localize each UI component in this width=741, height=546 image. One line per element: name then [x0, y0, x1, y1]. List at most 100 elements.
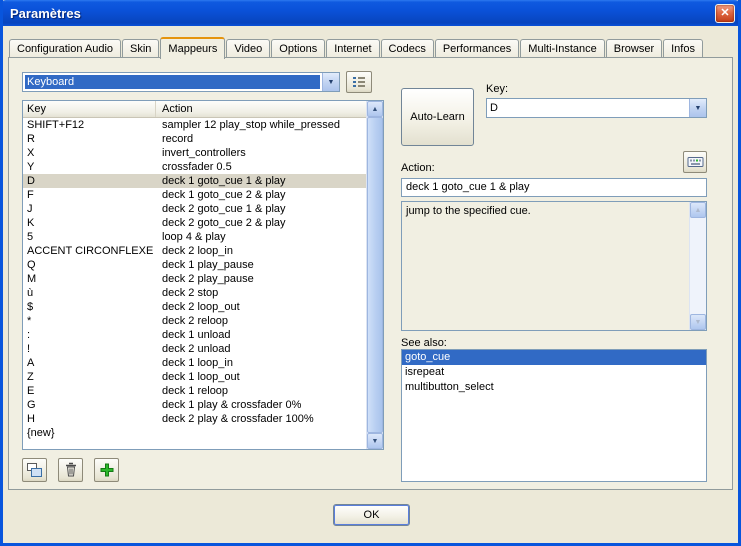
- settings-window: Paramètres ✕ Configuration AudioSkinMapp…: [0, 0, 741, 546]
- key-select[interactable]: D ▼: [486, 98, 707, 118]
- see-also-list[interactable]: goto_cueisrepeatmultibutton_select: [401, 349, 707, 482]
- row-action: deck 2 goto_cue 1 & play: [156, 202, 366, 216]
- table-row[interactable]: ùdeck 2 stop: [23, 286, 366, 300]
- row-action: deck 1 goto_cue 1 & play: [156, 174, 366, 188]
- table-row[interactable]: Xinvert_controllers: [23, 146, 366, 160]
- action-description-text: jump to the specified cue.: [406, 205, 686, 217]
- row-action: crossfader 0.5: [156, 160, 366, 174]
- tab-performances[interactable]: Performances: [435, 39, 519, 58]
- table-row[interactable]: Rrecord: [23, 132, 366, 146]
- key-label: Key:: [486, 83, 508, 95]
- list-scrollbar[interactable]: ▲ ▼: [366, 101, 383, 449]
- row-key: !: [23, 342, 156, 356]
- list-item[interactable]: isrepeat: [402, 365, 706, 380]
- close-button[interactable]: ✕: [715, 4, 735, 23]
- row-key: Y: [23, 160, 156, 174]
- tab-video[interactable]: Video: [226, 39, 270, 58]
- row-action: sampler 12 play_stop while_pressed: [156, 118, 366, 132]
- titlebar[interactable]: Paramètres ✕: [0, 0, 741, 26]
- row-action: deck 2 goto_cue 2 & play: [156, 216, 366, 230]
- ok-button[interactable]: OK: [333, 504, 410, 526]
- list-header: Key Action: [23, 101, 366, 118]
- row-key: F: [23, 188, 156, 202]
- list-item[interactable]: goto_cue: [402, 350, 706, 365]
- table-row[interactable]: Kdeck 2 goto_cue 2 & play: [23, 216, 366, 230]
- tab-skin[interactable]: Skin: [122, 39, 159, 58]
- tab-codecs[interactable]: Codecs: [381, 39, 434, 58]
- mapping-list: Key Action SHIFT+F12sampler 12 play_stop…: [22, 100, 384, 450]
- table-row[interactable]: !deck 2 unload: [23, 342, 366, 356]
- auto-learn-button[interactable]: Auto-Learn: [401, 88, 474, 146]
- table-row[interactable]: Mdeck 2 play_pause: [23, 272, 366, 286]
- tab-internet[interactable]: Internet: [326, 39, 379, 58]
- action-description: jump to the specified cue. ▲ ▼: [401, 201, 707, 331]
- row-action: invert_controllers: [156, 146, 366, 160]
- chevron-down-icon[interactable]: ▼: [322, 73, 339, 91]
- table-row[interactable]: 5loop 4 & play: [23, 230, 366, 244]
- table-row[interactable]: Edeck 1 reloop: [23, 384, 366, 398]
- keyboard-icon: [687, 155, 704, 169]
- window-title: Paramètres: [0, 6, 81, 21]
- tab-mappeurs[interactable]: Mappeurs: [160, 37, 225, 59]
- copy-mapping-button[interactable]: [22, 458, 47, 482]
- row-key: ù: [23, 286, 156, 300]
- table-row[interactable]: Zdeck 1 loop_out: [23, 370, 366, 384]
- show-keyboard-button[interactable]: [683, 151, 707, 173]
- row-action: [156, 426, 366, 440]
- row-key: Z: [23, 370, 156, 384]
- row-key: Q: [23, 258, 156, 272]
- scroll-up-icon[interactable]: ▲: [367, 101, 383, 117]
- row-action: deck 1 unload: [156, 328, 366, 342]
- tab-browser[interactable]: Browser: [606, 39, 662, 58]
- scroll-down-icon[interactable]: ▼: [367, 433, 383, 449]
- row-action: deck 1 goto_cue 2 & play: [156, 188, 366, 202]
- tab-configuration-audio[interactable]: Configuration Audio: [9, 39, 121, 58]
- table-row[interactable]: SHIFT+F12sampler 12 play_stop while_pres…: [23, 118, 366, 132]
- table-row[interactable]: :deck 1 unload: [23, 328, 366, 342]
- row-action: deck 1 play & crossfader 0%: [156, 398, 366, 412]
- row-key: :: [23, 328, 156, 342]
- overlapping-windows-icon: [26, 462, 43, 478]
- row-key: ACCENT CIRCONFLEXE: [23, 244, 156, 258]
- scroll-down-icon[interactable]: ▼: [690, 314, 706, 330]
- table-row[interactable]: Gdeck 1 play & crossfader 0%: [23, 398, 366, 412]
- row-action: deck 2 loop_out: [156, 300, 366, 314]
- table-row[interactable]: Ycrossfader 0.5: [23, 160, 366, 174]
- table-row[interactable]: Adeck 1 loop_in: [23, 356, 366, 370]
- plus-icon: [99, 462, 115, 478]
- table-row[interactable]: Jdeck 2 goto_cue 1 & play: [23, 202, 366, 216]
- table-row[interactable]: *deck 2 reloop: [23, 314, 366, 328]
- scroll-up-icon[interactable]: ▲: [690, 202, 706, 218]
- row-key: E: [23, 384, 156, 398]
- list-icon: [351, 74, 367, 90]
- table-row[interactable]: Fdeck 1 goto_cue 2 & play: [23, 188, 366, 202]
- row-key: $: [23, 300, 156, 314]
- scrollbar-thumb[interactable]: [367, 117, 383, 433]
- row-key: H: [23, 412, 156, 426]
- table-row[interactable]: Qdeck 1 play_pause: [23, 258, 366, 272]
- tab-options[interactable]: Options: [271, 39, 325, 58]
- table-row[interactable]: $deck 2 loop_out: [23, 300, 366, 314]
- table-row[interactable]: {new}: [23, 426, 366, 440]
- column-header-key[interactable]: Key: [23, 101, 156, 117]
- trash-icon: [63, 462, 79, 478]
- delete-mapping-button[interactable]: [58, 458, 83, 482]
- tab-multi-instance[interactable]: Multi-Instance: [520, 39, 604, 58]
- action-label: Action:: [401, 162, 435, 174]
- table-row[interactable]: Hdeck 2 play & crossfader 100%: [23, 412, 366, 426]
- see-also-label: See also:: [401, 337, 447, 349]
- mapper-options-button[interactable]: [346, 71, 372, 93]
- row-key: *: [23, 314, 156, 328]
- device-select[interactable]: Keyboard ▼: [22, 72, 340, 92]
- row-key: A: [23, 356, 156, 370]
- column-header-action[interactable]: Action: [156, 101, 366, 117]
- chevron-down-icon[interactable]: ▼: [689, 99, 706, 117]
- add-mapping-button[interactable]: [94, 458, 119, 482]
- row-action: deck 2 stop: [156, 286, 366, 300]
- tab-infos[interactable]: Infos: [663, 39, 703, 58]
- action-input[interactable]: deck 1 goto_cue 1 & play: [401, 178, 707, 197]
- table-row[interactable]: Ddeck 1 goto_cue 1 & play: [23, 174, 366, 188]
- table-row[interactable]: ACCENT CIRCONFLEXEdeck 2 loop_in: [23, 244, 366, 258]
- description-scrollbar[interactable]: ▲ ▼: [689, 202, 706, 330]
- list-item[interactable]: multibutton_select: [402, 380, 706, 395]
